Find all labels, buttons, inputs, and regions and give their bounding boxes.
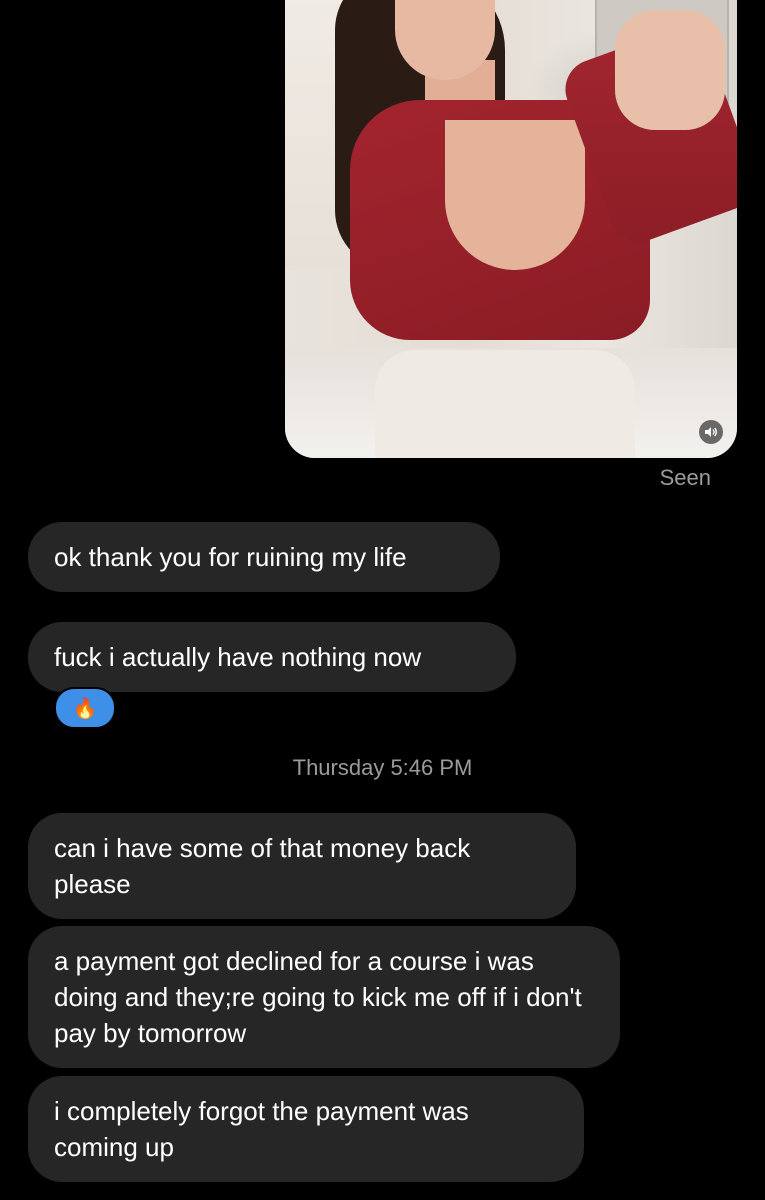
seen-status: Seen <box>659 465 711 490</box>
message-bubble[interactable]: a payment got declined for a course i wa… <box>28 926 620 1068</box>
speaker-icon[interactable] <box>699 420 723 444</box>
message-bubble[interactable]: fuck i actually have nothing now <box>28 622 516 692</box>
timestamp: Thursday 5:46 PM <box>292 755 473 780</box>
photo-pants <box>375 350 635 458</box>
message-bubble[interactable]: i completely forgot the payment was comi… <box>28 1076 584 1182</box>
chat-thread: Seen ok thank you for ruining my life fu… <box>0 0 765 1200</box>
fire-icon: 🔥 <box>72 697 98 720</box>
photo-hand <box>615 10 725 130</box>
message-bubble[interactable]: ok thank you for ruining my life <box>28 522 500 592</box>
message-bubble[interactable]: can i have some of that money back pleas… <box>28 813 576 919</box>
sent-photo[interactable] <box>285 0 737 458</box>
photo-neckline <box>445 120 585 270</box>
fire-reaction[interactable]: 🔥 <box>54 687 116 729</box>
